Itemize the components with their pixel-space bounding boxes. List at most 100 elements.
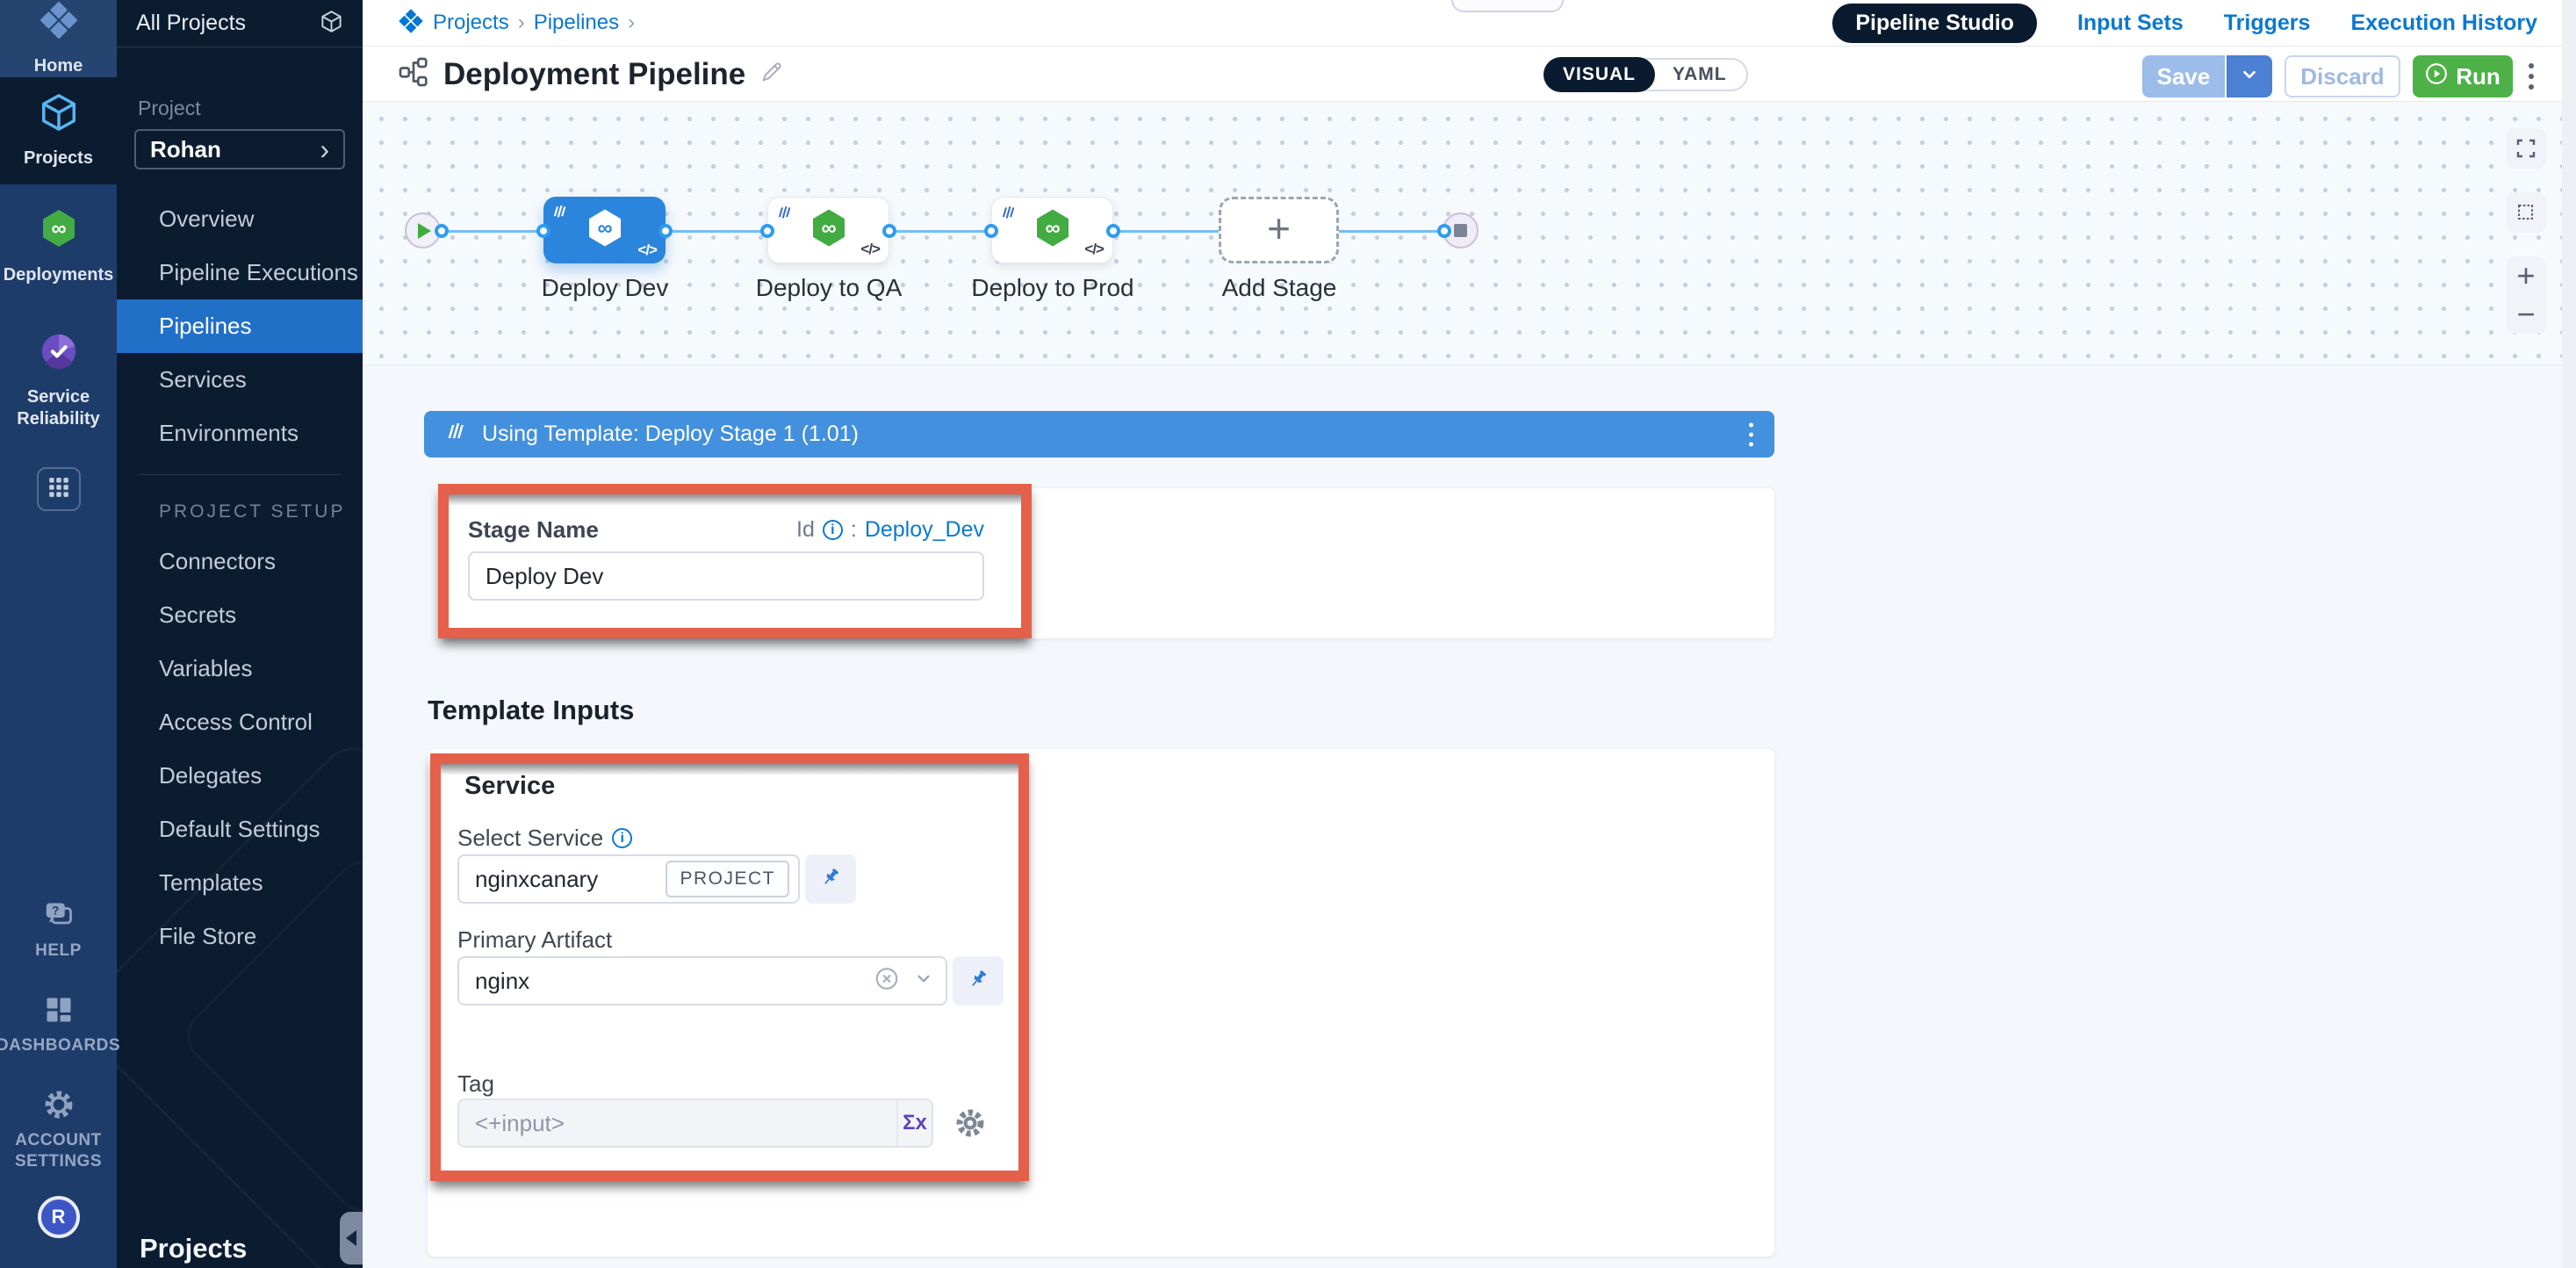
- save-dropdown-button[interactable]: [2227, 55, 2272, 97]
- service-pin-button[interactable]: [805, 854, 856, 904]
- node-port: [1437, 224, 1451, 238]
- service-input-row: PROJECT: [457, 854, 856, 904]
- toggle-yaml[interactable]: YAML: [1653, 58, 1746, 91]
- account-settings-item[interactable]: ACCOUNT SETTINGS: [0, 1073, 117, 1189]
- expression-sigma-button[interactable]: Σx: [896, 1100, 932, 1146]
- apps-grid-button[interactable]: [37, 467, 81, 511]
- toggle-visual[interactable]: VISUAL: [1543, 57, 1655, 92]
- template-badge-icon: [1001, 205, 1018, 227]
- connector-line: [889, 230, 991, 233]
- module-home[interactable]: Home: [0, 0, 117, 77]
- stage-name-label: Stage Name: [468, 516, 599, 544]
- tab-input-sets[interactable]: Input Sets: [2077, 11, 2184, 36]
- pipeline-canvas[interactable]: ∞ </> ∞ </>: [363, 102, 2576, 365]
- tag-label: Tag: [457, 1070, 494, 1098]
- stage-node-deploy-to-qa[interactable]: ∞ </>: [767, 197, 889, 263]
- nav-item-overview[interactable]: Overview: [117, 192, 363, 246]
- artifact-input-row: [457, 956, 1004, 1005]
- nav-item-pipelines[interactable]: Pipelines: [117, 299, 363, 353]
- template-badge-icon: [552, 204, 570, 226]
- tag-settings-button[interactable]: [954, 1107, 986, 1139]
- stage-label-deploy-to-qa: Deploy to QA: [732, 274, 925, 302]
- module-projects[interactable]: Projects: [0, 77, 117, 184]
- nav-collapse-button[interactable]: [340, 1212, 363, 1264]
- help-item[interactable]: ? HELP: [0, 883, 117, 978]
- connector-line: [1339, 230, 1444, 233]
- nav-item-variables[interactable]: Variables: [117, 642, 363, 695]
- fullscreen-button[interactable]: [2506, 128, 2546, 169]
- user-avatar[interactable]: R: [38, 1196, 80, 1238]
- zoom-out-button[interactable]: −: [2516, 299, 2535, 330]
- add-stage-button[interactable]: +: [1219, 197, 1339, 263]
- svg-text:∞: ∞: [597, 217, 612, 241]
- help-label: HELP: [35, 940, 82, 962]
- dropdown-chevron-icon[interactable]: [914, 969, 933, 993]
- module-service-reliability[interactable]: Service Reliability: [0, 309, 117, 451]
- stage-id-value[interactable]: Deploy_Dev: [865, 517, 984, 543]
- vertical-scrollbar[interactable]: [2562, 0, 2576, 1268]
- play-icon: [418, 223, 431, 239]
- marquee-select-button[interactable]: [2506, 192, 2546, 233]
- breadcrumb-link-projects[interactable]: Projects: [433, 11, 509, 35]
- tab-triggers[interactable]: Triggers: [2224, 11, 2311, 36]
- rail-spacer: [0, 527, 117, 883]
- connector-line: [1113, 230, 1219, 233]
- avatar-initial: R: [52, 1206, 66, 1228]
- more-options-kebab[interactable]: [2525, 60, 2537, 93]
- nav-item-default-settings[interactable]: Default Settings: [117, 803, 363, 856]
- breadcrumb: Projects › Pipelines ›: [398, 8, 635, 39]
- nav-item-delegates[interactable]: Delegates: [117, 749, 363, 803]
- project-field-label: Project: [138, 97, 363, 120]
- tag-input[interactable]: <+input>: [459, 1100, 896, 1146]
- nav-item-secrets[interactable]: Secrets: [117, 588, 363, 642]
- clear-icon[interactable]: [874, 966, 900, 997]
- nav-item-file-store[interactable]: File Store: [117, 910, 363, 963]
- nav-item-environments[interactable]: Environments: [117, 407, 363, 460]
- nav-item-templates[interactable]: Templates: [117, 856, 363, 910]
- code-icon: </>: [860, 241, 880, 258]
- run-button[interactable]: Run: [2413, 55, 2513, 97]
- breadcrumb-link-pipelines[interactable]: Pipelines: [534, 11, 619, 35]
- studio-tabs: Pipeline Studio Input Sets Triggers Exec…: [1832, 0, 2537, 47]
- title-bar: Deployment Pipeline VISUAL YAML Save: [363, 47, 2576, 102]
- id-separator: :: [851, 517, 857, 543]
- svg-text:∞: ∞: [1045, 217, 1060, 241]
- breadcrumb-separator: ›: [628, 11, 635, 35]
- stage-node-deploy-to-prod[interactable]: ∞ </>: [991, 197, 1113, 263]
- nav-item-pipeline-executions[interactable]: Pipeline Executions: [117, 246, 363, 299]
- stop-icon: [1454, 224, 1467, 237]
- node-port: [984, 224, 998, 238]
- project-setup-label: PROJECT SETUP: [117, 501, 363, 522]
- discard-button[interactable]: Discard: [2285, 55, 2400, 97]
- zoom-in-button[interactable]: +: [2516, 260, 2535, 292]
- cd-stage-icon: ∞: [808, 207, 850, 254]
- pipeline-actions: Save Discard Run: [2142, 55, 2537, 97]
- harness-home-icon: [39, 0, 79, 45]
- module-home-label: Home: [34, 55, 83, 77]
- page-title: Deployment Pipeline: [443, 57, 745, 92]
- all-projects-header[interactable]: All Projects: [117, 0, 363, 47]
- nav-setup-list: Connectors Secrets Variables Access Cont…: [117, 535, 363, 963]
- nav-item-connectors[interactable]: Connectors: [117, 535, 363, 588]
- nav-item-services[interactable]: Services: [117, 353, 363, 407]
- project-selector[interactable]: Rohan ›: [134, 129, 345, 169]
- collapse-arrow-icon: [346, 1230, 356, 1246]
- tab-execution-history[interactable]: Execution History: [2350, 11, 2537, 36]
- dashboards-item[interactable]: DASHBOARDS: [0, 978, 117, 1073]
- pin-icon: [967, 968, 989, 995]
- stage-name-input[interactable]: [468, 551, 984, 601]
- stage-node-deploy-dev[interactable]: ∞ </>: [543, 197, 666, 263]
- nav-item-access-control[interactable]: Access Control: [117, 695, 363, 749]
- help-icon: ?: [43, 899, 75, 935]
- artifact-pin-button[interactable]: [953, 956, 1004, 1005]
- select-service-label: Select Service: [457, 825, 603, 852]
- template-banner-kebab[interactable]: [1745, 419, 1757, 450]
- save-button[interactable]: Save: [2142, 55, 2227, 97]
- project-selector-value: Rohan: [150, 136, 221, 163]
- edit-pencil-icon[interactable]: [759, 60, 784, 89]
- tab-pipeline-studio[interactable]: Pipeline Studio: [1832, 4, 2037, 43]
- template-badge-icon: [777, 205, 795, 227]
- cd-stage-icon: ∞: [584, 207, 626, 254]
- breadcrumb-bar: Projects › Pipelines › Pipeline Studio I…: [363, 0, 2576, 47]
- module-deployments[interactable]: ∞ Deployments: [0, 184, 117, 309]
